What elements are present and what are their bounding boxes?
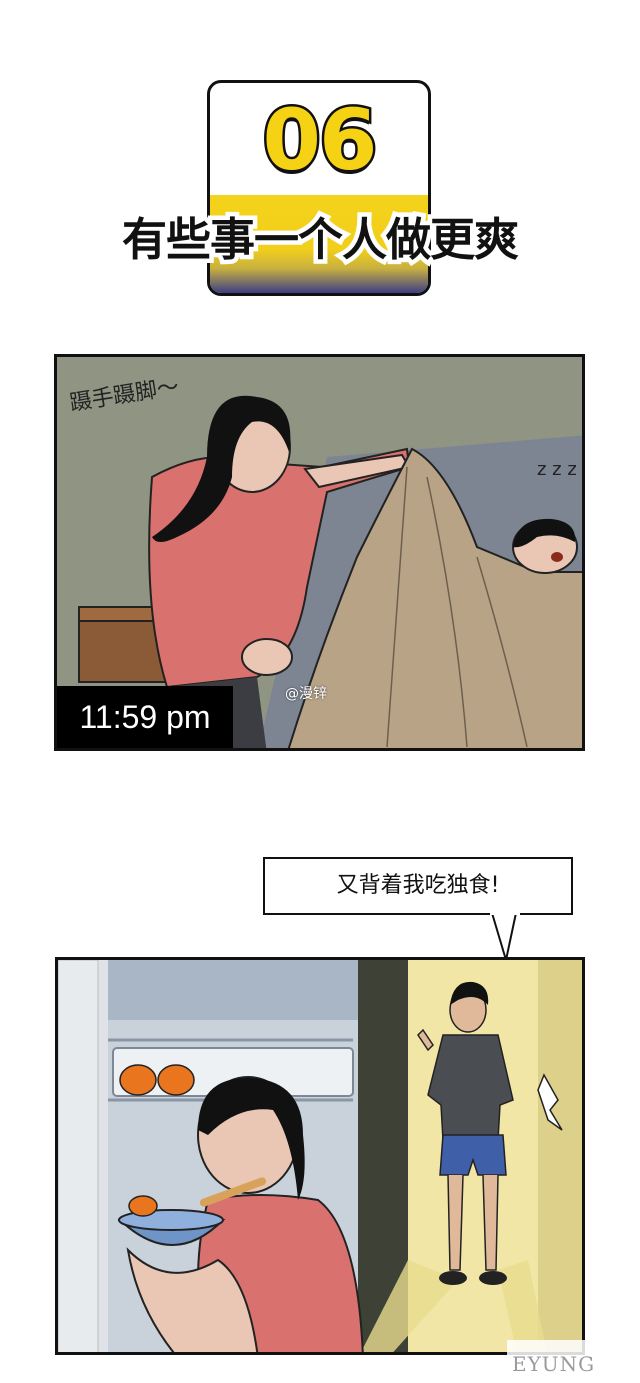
woman-hand: [241, 638, 293, 676]
speech-text: 又背着我吃独食!: [336, 873, 500, 898]
time-label: 11:59 pm: [79, 699, 211, 735]
weibo-watermark: @漫锌: [285, 686, 327, 702]
speech-bubble-tail: [490, 912, 520, 961]
chapter-number: 06: [260, 89, 380, 192]
orange: [119, 1064, 157, 1096]
fridge-door: [58, 960, 99, 1352]
snore-text: z z z: [537, 459, 577, 480]
comic-panel-2: [55, 957, 585, 1355]
chapter-title: 有些事一个人做更爽: [117, 209, 523, 271]
panel-2-illustration: [58, 960, 582, 1352]
comic-panel-1: z z z 蹑手蹑脚～ 11:59 pm @漫锌: [54, 354, 585, 751]
orange: [157, 1064, 195, 1096]
site-logo: EYUNG: [512, 1352, 596, 1376]
